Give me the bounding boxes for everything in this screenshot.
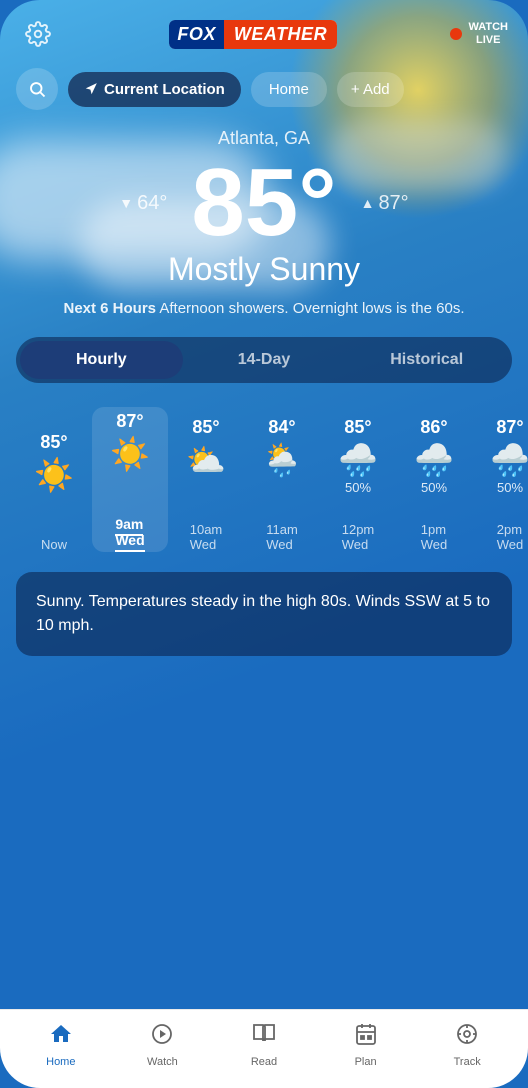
- hour-item-12pm: 85° 🌧️ 50% 12pmWed: [320, 417, 396, 552]
- hour-precip: 50%: [497, 480, 523, 498]
- up-arrow-icon: ▲: [361, 195, 375, 211]
- current-location-button[interactable]: Current Location: [68, 72, 241, 107]
- home-label: Home: [269, 81, 309, 98]
- current-location-label: Current Location: [104, 81, 225, 98]
- nav-home[interactable]: Home: [31, 1022, 91, 1068]
- hour-item-10am: 85° ⛅ 10amWed: [168, 417, 244, 552]
- forecast-detail: Afternoon showers. Overnight lows is the…: [156, 300, 465, 317]
- home-icon: [49, 1022, 73, 1052]
- app-header: FOX WEATHER WATCHLIVE: [0, 0, 528, 60]
- cloudy-rain-icon: 🌦️: [262, 444, 302, 476]
- hour-time: 9amWed: [115, 516, 144, 548]
- weather-main: Atlanta, GA ▼ 64° 85° ▲ 87° Mostly Sunny…: [0, 118, 528, 321]
- plan-icon: [354, 1022, 378, 1052]
- nav-track-label: Track: [454, 1056, 481, 1068]
- nav-watch-label: Watch: [147, 1056, 178, 1068]
- rain-icon: 🌧️: [338, 444, 378, 476]
- city-name: Atlanta, GA: [20, 128, 508, 149]
- nav-track[interactable]: Track: [437, 1022, 497, 1068]
- fox-weather-logo: FOX WEATHER: [169, 20, 337, 49]
- temperature-row: ▼ 64° 85° ▲ 87°: [20, 155, 508, 251]
- hour-time: 10amWed: [190, 522, 223, 552]
- hour-temp: 84°: [268, 417, 295, 438]
- tab-hourly[interactable]: Hourly: [20, 341, 183, 379]
- summary-text: Sunny. Temperatures steady in the high 8…: [36, 593, 490, 634]
- hour-temp: 87°: [116, 411, 143, 432]
- hour-item-11am: 84° 🌦️ 11amWed: [244, 417, 320, 552]
- hour-time: 11amWed: [266, 522, 298, 552]
- hour-precip: 50%: [421, 480, 447, 498]
- temp-main: 85°: [191, 155, 336, 251]
- sunny-icon: ☀️: [34, 459, 74, 491]
- hour-item-now: 85° ☀️ Now: [16, 432, 92, 552]
- hour-temp: 85°: [40, 432, 67, 453]
- temp-high: ▲ 87°: [361, 192, 409, 215]
- hour-item-1pm: 86° 🌧️ 50% 1pmWed: [396, 417, 472, 552]
- hour-time: Now: [41, 537, 67, 552]
- gear-icon[interactable]: [20, 16, 56, 52]
- tab-historical[interactable]: Historical: [345, 341, 508, 379]
- hour-temp: 85°: [192, 417, 219, 438]
- hour-temp: 86°: [420, 417, 447, 438]
- forecast-text: Next 6 Hours Afternoon showers. Overnigh…: [20, 298, 508, 321]
- add-label: + Add: [351, 81, 390, 98]
- hour-time: 1pmWed: [421, 522, 448, 552]
- rain-icon: 🌧️: [414, 444, 454, 476]
- home-location-button[interactable]: Home: [251, 72, 327, 107]
- track-icon: [455, 1022, 479, 1052]
- nav-plan-label: Plan: [355, 1056, 377, 1068]
- hour-precip: 50%: [345, 480, 371, 498]
- forecast-bold: Next 6 Hours: [63, 300, 156, 317]
- read-icon: [252, 1022, 276, 1052]
- hour-time: 2pmWed: [497, 522, 524, 552]
- hour-temp: 85°: [344, 417, 371, 438]
- down-arrow-icon: ▼: [119, 195, 133, 211]
- hour-temp: 87°: [496, 417, 523, 438]
- nav-watch[interactable]: Watch: [132, 1022, 192, 1068]
- hourly-list: 85° ☀️ Now 87° ☀️ 9amWed 85° ⛅ 10amWed: [0, 407, 528, 552]
- nav-read[interactable]: Read: [234, 1022, 294, 1068]
- watch-live-button[interactable]: WATCHLIVE: [450, 21, 508, 47]
- watch-icon: [150, 1022, 174, 1052]
- temp-low: ▼ 64°: [119, 192, 167, 215]
- rain-icon: 🌧️: [490, 444, 528, 476]
- hour-item-9am: 87° ☀️ 9amWed: [92, 407, 168, 552]
- weather-tabs: Hourly 14-Day Historical: [16, 337, 512, 383]
- weather-label: WEATHER: [224, 20, 337, 49]
- hour-item-2pm: 87° 🌧️ 50% 2pmWed: [472, 417, 528, 552]
- hour-time: 12pmWed: [342, 522, 375, 552]
- watch-live-text: WATCHLIVE: [468, 21, 508, 47]
- nav-plan[interactable]: Plan: [336, 1022, 396, 1068]
- weather-condition: Mostly Sunny: [20, 251, 508, 288]
- location-bar: Current Location Home + Add: [0, 60, 528, 118]
- weather-summary: Sunny. Temperatures steady in the high 8…: [16, 572, 512, 656]
- nav-read-label: Read: [251, 1056, 277, 1068]
- tab-14day[interactable]: 14-Day: [183, 341, 346, 379]
- search-button[interactable]: [16, 68, 58, 110]
- live-dot: [450, 28, 462, 40]
- nav-home-label: Home: [46, 1056, 75, 1068]
- add-location-button[interactable]: + Add: [337, 72, 404, 107]
- bottom-navigation: Home Watch Read: [0, 1009, 528, 1088]
- fox-label: FOX: [169, 20, 224, 49]
- hourly-scroll[interactable]: 85° ☀️ Now 87° ☀️ 9amWed 85° ⛅ 10amWed: [0, 397, 528, 562]
- sunny-icon: ☀️: [110, 438, 150, 470]
- partly-cloudy-icon: ⛅: [186, 444, 226, 476]
